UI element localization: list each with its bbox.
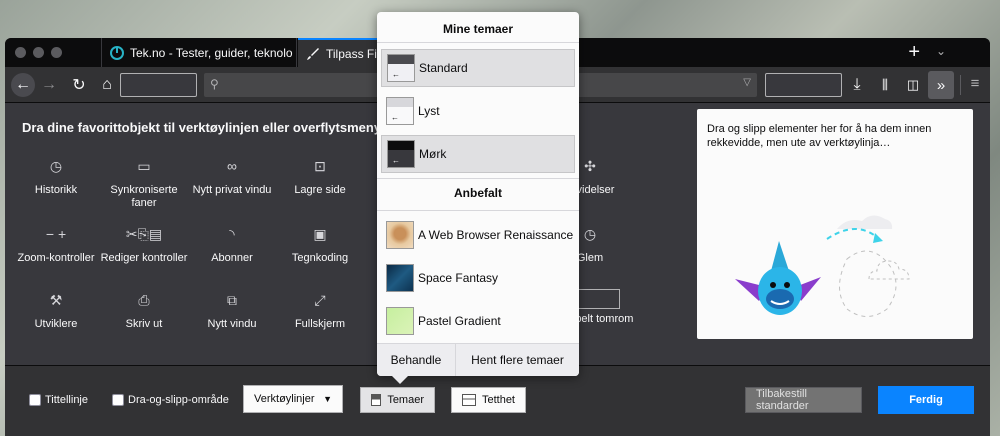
manage-themes-button[interactable]: Behandle [377, 344, 456, 376]
toolbars-dropdown[interactable]: Verktøylinjer ▼ [243, 385, 343, 413]
palette-item-print[interactable]: ⎙ Skriv ut [99, 292, 189, 331]
rss-icon: ◝ [229, 226, 235, 242]
sidebar-icon[interactable]: ◫ [901, 73, 925, 97]
zoom-icon: − + [45, 226, 67, 242]
theme-thumbnail [386, 221, 414, 249]
title-bar-checkbox[interactable]: Tittellinje [29, 394, 88, 406]
reload-button[interactable]: ↻ [67, 73, 91, 97]
palette-item-fullscreen[interactable]: ⤢ Fullskjerm [275, 292, 365, 331]
chevron-down-icon[interactable]: ▽ [743, 77, 751, 88]
theme-thumbnail [386, 307, 414, 335]
library-icon[interactable]: ⫼ [873, 73, 897, 97]
encoding-icon: ▣ [313, 226, 327, 242]
home-button[interactable]: ⌂ [95, 73, 119, 97]
edit-icon: ✂⎘▤ [125, 226, 163, 242]
close-window-icon[interactable] [15, 47, 26, 58]
checkbox-box[interactable] [29, 394, 41, 406]
recommended-header: Anbefalt [454, 186, 502, 200]
theme-icon [371, 394, 382, 406]
done-button[interactable]: Ferdig [878, 386, 974, 414]
theme-item-space-fantasy[interactable]: Space Fantasy [381, 259, 575, 297]
clock-icon: ◷ [49, 158, 63, 174]
popup-separator [377, 178, 579, 179]
palette-item-zoom[interactable]: − + Zoom-kontroller [11, 226, 101, 265]
customize-title: Dra dine favorittobjekt til verktøylinje… [22, 120, 400, 135]
theme-item-pastel-gradient[interactable]: Pastel Gradient [381, 302, 575, 340]
flexible-space-slot [120, 73, 197, 97]
search-icon: ⚲ [210, 77, 219, 91]
back-button[interactable]: ← [11, 73, 35, 97]
tab-label: Tilpass Firef [326, 46, 378, 61]
my-themes-header: Mine temaer [442, 22, 514, 36]
overflow-menu-button[interactable]: » [928, 71, 954, 99]
power-icon [110, 45, 124, 60]
save-page-icon: ⊡ [314, 158, 326, 174]
palette-item-edit[interactable]: ✂⎘▤ Rediger kontroller [99, 226, 189, 265]
themes-popup-footer: Behandle Hent flere temaer [377, 343, 579, 376]
palette-item-encoding[interactable]: ▣ Tegnkoding [275, 226, 365, 265]
theme-thumbnail: ← [387, 54, 415, 82]
wrench-icon: ⚒ [49, 292, 63, 308]
new-tab-button[interactable]: + [908, 42, 920, 62]
brush-icon [307, 47, 319, 60]
checkbox-box[interactable] [112, 394, 124, 406]
theme-item-renaissance[interactable]: A Web Browser Renaissance [381, 216, 575, 254]
density-icon [462, 394, 476, 406]
themes-popup: Mine temaer ← Standard ← Lyst ← Mørk Anb… [377, 12, 579, 384]
tab-customize[interactable]: Tilpass Firef [298, 38, 378, 67]
palette-item-synced-tabs[interactable]: ▭ Synkroniserte faner [99, 158, 189, 210]
tab-tek[interactable]: Tek.no - Tester, guider, teknolo [101, 38, 297, 67]
tab-label: Tek.no - Tester, guider, teknolo [130, 45, 293, 60]
restore-defaults-button[interactable]: Tilbakestill standarder [745, 387, 862, 413]
overflow-panel-text: Dra og slipp elementer her for å ha dem … [707, 123, 932, 149]
palette-item-subscribe[interactable]: ◝ Abonner [187, 226, 277, 265]
flexible-space-slot [765, 73, 842, 97]
downloads-icon[interactable]: ⤓ [845, 73, 869, 97]
printer-icon: ⎙ [138, 292, 150, 308]
minimize-window-icon[interactable] [33, 47, 44, 58]
forward-button[interactable]: → [37, 73, 61, 97]
maximize-window-icon[interactable] [51, 47, 62, 58]
menu-icon[interactable]: ≡ [965, 75, 985, 95]
mask-icon: ∞ [227, 158, 237, 174]
overflow-panel: Dra og slipp elementer her for å ha dem … [697, 109, 973, 339]
palette-item-developer[interactable]: ⚒ Utviklere [11, 292, 101, 331]
theme-item-light[interactable]: ← Lyst [381, 92, 575, 130]
palette-item-new-window[interactable]: ⧉ Nytt vindu [187, 292, 277, 331]
theme-item-default[interactable]: ← Standard [381, 49, 575, 87]
palette-item-history[interactable]: ◷ Historikk [11, 158, 101, 197]
popup-arrow [392, 376, 408, 384]
tab-list-chevron-icon[interactable]: ⌄ [936, 44, 946, 58]
theme-item-dark[interactable]: ← Mørk [381, 135, 575, 173]
palette-item-private-window[interactable]: ∞ Nytt privat vindu [187, 158, 277, 197]
drag-space-checkbox[interactable]: Dra-og-slipp-område [112, 394, 229, 406]
theme-thumbnail: ← [386, 97, 414, 125]
chevron-down-icon: ▼ [323, 394, 332, 404]
new-window-icon: ⧉ [227, 292, 237, 308]
density-button[interactable]: Tetthet [451, 387, 526, 413]
theme-thumbnail [386, 264, 414, 292]
theme-thumbnail: ← [387, 140, 415, 168]
get-more-themes-button[interactable]: Hent flere temaer [456, 344, 579, 376]
popup-separator [377, 42, 579, 43]
themes-button[interactable]: Temaer [360, 387, 435, 413]
fullscreen-icon: ⤢ [314, 292, 326, 308]
dragon-illustration-icon [735, 215, 910, 317]
palette-item-save-page[interactable]: ⊡ Lagre side [275, 158, 365, 197]
toolbar-separator [960, 75, 961, 95]
laptop-icon: ▭ [137, 158, 151, 174]
popup-separator [377, 210, 579, 211]
